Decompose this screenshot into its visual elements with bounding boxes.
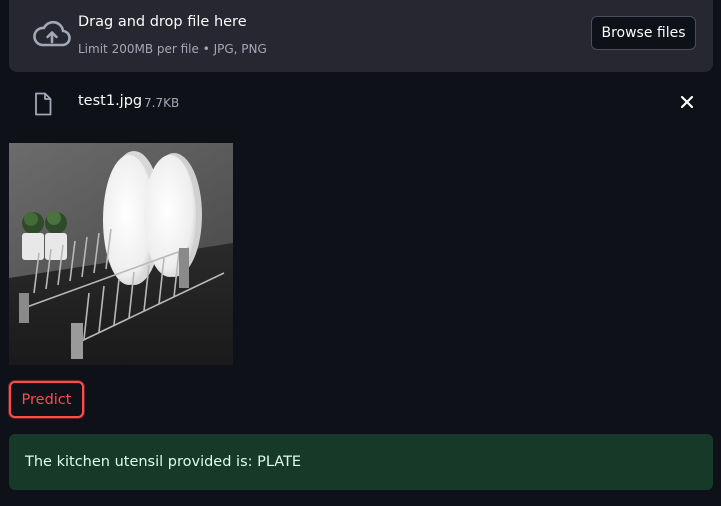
predict-button[interactable]: Predict [9,381,84,418]
dropzone-subtitle: Limit 200MB per file • JPG, PNG [78,42,267,56]
close-icon[interactable] [678,93,696,111]
uploaded-file-row: test1.jpg 7.7KB [0,84,721,124]
uploaded-image-preview [9,143,233,365]
cloud-upload-icon [33,20,71,47]
browse-files-button[interactable]: Browse files [591,16,696,50]
dish-rack-photo [9,143,233,365]
file-dropzone[interactable]: Drag and drop file here Limit 200MB per … [9,0,713,72]
file-size: 7.7KB [144,96,180,110]
file-name: test1.jpg [78,93,143,109]
prediction-result-text: The kitchen utensil provided is: PLATE [25,454,302,470]
dropzone-title: Drag and drop file here [78,14,247,30]
file-icon [35,92,52,116]
prediction-result-alert: The kitchen utensil provided is: PLATE [9,434,713,490]
